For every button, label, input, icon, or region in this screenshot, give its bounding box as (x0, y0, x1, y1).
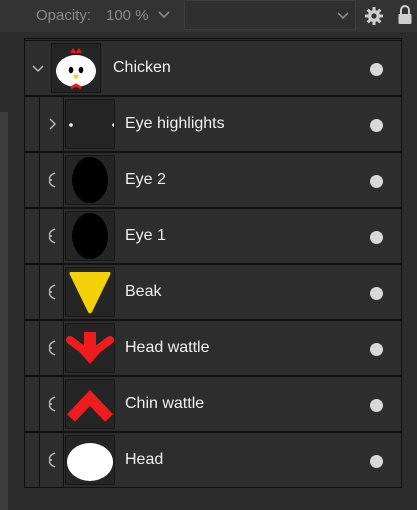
layer-row-eye-2[interactable]: Eye 2 (24, 152, 402, 208)
chevron-down-icon (32, 65, 44, 72)
clip-mask-icon (48, 228, 56, 244)
lock-icon[interactable] (397, 4, 413, 26)
layer-name[interactable]: Head wattle (125, 339, 210, 357)
indent-guide (25, 153, 40, 207)
clip-mask-icon (48, 452, 56, 468)
clip-mask-icon (48, 172, 56, 188)
visibility-dot-icon[interactable] (370, 287, 383, 300)
layer-row-head-wattle[interactable]: Head wattle (24, 320, 402, 376)
indent-guide (25, 377, 40, 431)
blend-mode-select[interactable] (184, 0, 356, 30)
chevron-down-icon[interactable] (335, 7, 351, 23)
clip-mask-icon (48, 396, 56, 412)
layer-row-eye-1[interactable]: Eye 1 (24, 208, 402, 264)
visibility-dot-icon[interactable] (370, 455, 383, 468)
visibility-dot-icon[interactable] (370, 399, 383, 412)
clip-mask-icon (48, 284, 56, 300)
layer-row-head[interactable]: Head (24, 432, 402, 488)
expand-toggle[interactable] (25, 41, 49, 95)
layer-thumbnail (65, 155, 115, 205)
layer-name[interactable]: Eye highlights (125, 115, 225, 133)
layer-name[interactable]: Eye 1 (125, 227, 166, 245)
indent-guide (25, 265, 40, 319)
visibility-dot-icon[interactable] (370, 175, 383, 188)
layer-name[interactable]: Head (125, 451, 163, 469)
layer-name[interactable]: Chicken (113, 59, 171, 77)
clip-toggle[interactable] (39, 209, 64, 263)
layer-thumbnail (65, 323, 115, 373)
clip-toggle[interactable] (39, 433, 64, 487)
gear-icon[interactable] (364, 6, 384, 26)
layer-thumbnail (65, 379, 115, 429)
layer-row-chicken[interactable]: Chicken (24, 40, 402, 96)
layer-thumbnail (65, 99, 115, 149)
indent-guide (25, 97, 40, 151)
visibility-dot-icon[interactable] (370, 343, 383, 356)
layer-thumbnail (51, 43, 101, 93)
clip-mask-icon (48, 340, 56, 356)
layer-thumbnail (65, 211, 115, 261)
visibility-dot-icon[interactable] (370, 231, 383, 244)
visibility-dot-icon[interactable] (370, 63, 383, 76)
layer-name[interactable]: Eye 2 (125, 171, 166, 189)
clip-toggle[interactable] (39, 153, 64, 207)
layer-row-eye-highlights[interactable]: Eye highlights (24, 96, 402, 152)
layer-thumbnail (65, 267, 115, 317)
indent-guide (25, 433, 40, 487)
layer-toolbar: Opacity: 100 % (0, 0, 417, 32)
clip-toggle[interactable] (39, 265, 64, 319)
indent-guide (25, 321, 40, 375)
opacity-label: Opacity: (36, 7, 92, 24)
layer-thumbnail (65, 435, 115, 485)
indent-guide (25, 209, 40, 263)
layer-name[interactable]: Beak (125, 283, 161, 301)
chevron-right-icon (49, 118, 56, 130)
chevron-down-icon[interactable] (156, 6, 172, 22)
expand-toggle[interactable] (39, 97, 64, 151)
clip-toggle[interactable] (39, 377, 64, 431)
panel-scrollbar[interactable] (0, 112, 8, 510)
layer-row-chin-wattle[interactable]: Chin wattle (24, 376, 402, 432)
opacity-value[interactable]: 100 % (106, 7, 149, 24)
clip-toggle[interactable] (39, 321, 64, 375)
layer-row-beak[interactable]: Beak (24, 264, 402, 320)
visibility-dot-icon[interactable] (370, 119, 383, 132)
layer-name[interactable]: Chin wattle (125, 395, 204, 413)
